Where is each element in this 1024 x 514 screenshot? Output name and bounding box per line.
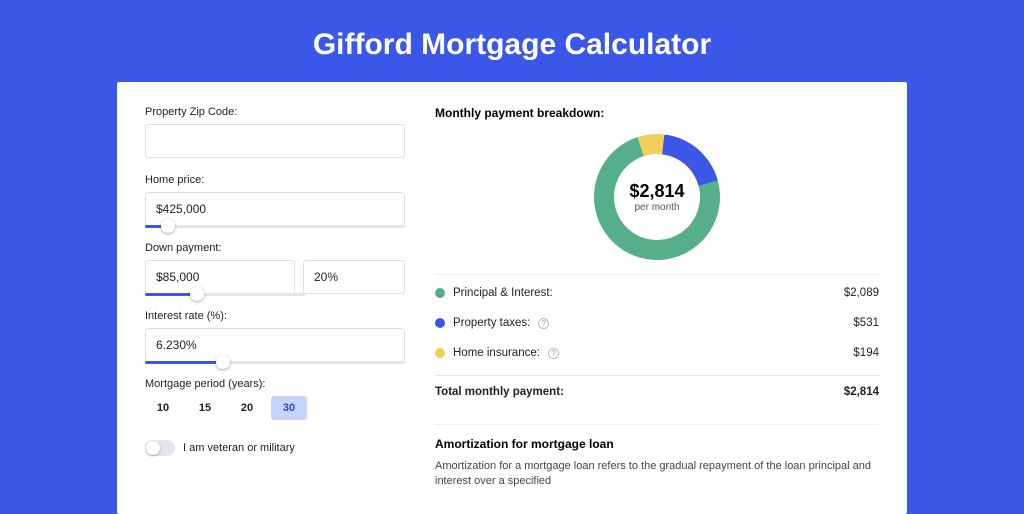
interest-slider[interactable] bbox=[145, 361, 405, 364]
down-payment-pct-input[interactable] bbox=[303, 260, 405, 294]
home-price-label: Home price: bbox=[145, 174, 405, 186]
page-title: Gifford Mortgage Calculator bbox=[0, 28, 1024, 62]
dot-icon bbox=[435, 318, 445, 328]
breakdown-panel: Monthly payment breakdown: $2,814 per mo… bbox=[435, 106, 879, 490]
donut-chart: $2,814 per month bbox=[578, 118, 737, 277]
period-option-30[interactable]: 30 bbox=[271, 396, 307, 420]
legend: Principal & Interest: $2,089 Property ta… bbox=[435, 274, 879, 408]
zip-input[interactable] bbox=[145, 124, 405, 158]
amortization-section: Amortization for mortgage loan Amortizat… bbox=[435, 424, 879, 490]
interest-input[interactable] bbox=[145, 328, 405, 362]
legend-value: $194 bbox=[853, 347, 879, 359]
donut-center-caption: per month bbox=[634, 202, 679, 213]
info-icon[interactable]: ? bbox=[538, 318, 549, 329]
veteran-row: I am veteran or military bbox=[145, 440, 405, 456]
amortization-title: Amortization for mortgage loan bbox=[435, 437, 879, 451]
info-icon[interactable]: ? bbox=[548, 348, 559, 359]
legend-label: Home insurance: bbox=[453, 347, 540, 359]
veteran-toggle[interactable] bbox=[145, 440, 175, 456]
legend-row-insurance: Home insurance: ? $194 bbox=[435, 341, 879, 359]
legend-row-principal: Principal & Interest: $2,089 bbox=[435, 281, 879, 299]
veteran-label: I am veteran or military bbox=[183, 442, 295, 454]
breakdown-title: Monthly payment breakdown: bbox=[435, 106, 879, 120]
home-price-slider[interactable] bbox=[145, 225, 405, 228]
dot-icon bbox=[435, 288, 445, 298]
legend-label: Principal & Interest: bbox=[453, 287, 553, 299]
interest-label: Interest rate (%): bbox=[145, 310, 405, 322]
total-value: $2,814 bbox=[844, 386, 879, 398]
amortization-lead: Amortization for a mortgage loan refers … bbox=[435, 459, 879, 490]
period-block: Mortgage period (years): 10 15 20 30 bbox=[145, 378, 405, 420]
home-price-block: Home price: bbox=[145, 174, 405, 228]
legend-row-total: Total monthly payment: $2,814 bbox=[435, 375, 879, 398]
dot-icon bbox=[435, 348, 445, 358]
zip-block: Property Zip Code: bbox=[145, 106, 405, 158]
period-pills: 10 15 20 30 bbox=[145, 396, 405, 420]
legend-value: $531 bbox=[853, 317, 879, 329]
legend-row-taxes: Property taxes: ? $531 bbox=[435, 311, 879, 329]
zip-label: Property Zip Code: bbox=[145, 106, 405, 118]
form-panel: Property Zip Code: Home price: Down paym… bbox=[145, 106, 405, 490]
donut-container: $2,814 per month bbox=[435, 128, 879, 274]
period-label: Mortgage period (years): bbox=[145, 378, 405, 390]
hero: Gifford Mortgage Calculator bbox=[0, 0, 1024, 82]
down-payment-label: Down payment: bbox=[145, 242, 405, 254]
legend-label: Property taxes: bbox=[453, 317, 530, 329]
period-option-15[interactable]: 15 bbox=[187, 396, 223, 420]
down-payment-slider[interactable] bbox=[145, 293, 306, 296]
down-payment-input[interactable] bbox=[145, 260, 295, 294]
down-payment-block: Down payment: bbox=[145, 242, 405, 296]
home-price-input[interactable] bbox=[145, 192, 405, 226]
period-option-20[interactable]: 20 bbox=[229, 396, 265, 420]
calculator-card: Property Zip Code: Home price: Down paym… bbox=[117, 82, 907, 514]
interest-block: Interest rate (%): bbox=[145, 310, 405, 364]
total-label: Total monthly payment: bbox=[435, 386, 564, 398]
donut-center-value: $2,814 bbox=[629, 181, 684, 202]
legend-value: $2,089 bbox=[844, 287, 879, 299]
period-option-10[interactable]: 10 bbox=[145, 396, 181, 420]
